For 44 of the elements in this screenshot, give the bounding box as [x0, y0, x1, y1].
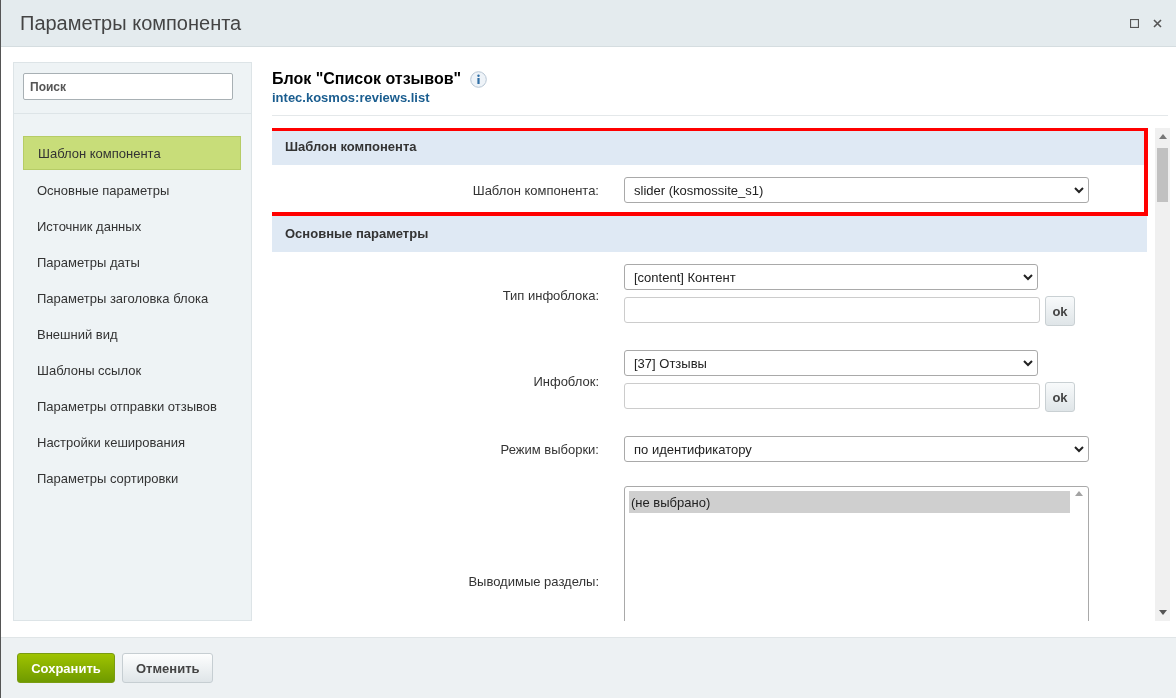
- listbox[interactable]: (не выбрано): [624, 486, 1089, 621]
- chevron-down-icon: [1023, 359, 1033, 367]
- scroll-down-icon[interactable]: [1158, 610, 1167, 615]
- list-option[interactable]: (не выбрано): [629, 491, 1070, 513]
- window-title: Параметры компонента: [20, 11, 243, 35]
- chevron-down-icon: [1023, 273, 1033, 281]
- scrollbar-thumb[interactable]: [1157, 148, 1168, 202]
- section-header: Шаблон компонента: [272, 128, 1144, 165]
- sidebar-item[interactable]: Параметры заголовка блока: [23, 282, 241, 314]
- field-label: Режим выборки:: [499, 441, 599, 457]
- input-field[interactable]: [624, 383, 1040, 409]
- sidebar-item[interactable]: Параметры отправки отзывов: [23, 390, 241, 422]
- sidebar-item[interactable]: Настройки кеширования: [23, 426, 241, 458]
- component-title: Блок "Список отзывов": [272, 70, 462, 88]
- chevron-down-icon: [1074, 186, 1084, 194]
- close-icon[interactable]: [1153, 18, 1162, 28]
- sidebar-item[interactable]: Параметры сортировки: [23, 462, 241, 494]
- sidebar-item[interactable]: Внешний вид: [23, 318, 241, 350]
- dropdown[interactable]: [content] Контент: [624, 264, 1038, 290]
- sidebar-item[interactable]: Шаблоны ссылок: [23, 354, 241, 386]
- maximize-icon[interactable]: [1130, 18, 1139, 28]
- cancel-button[interactable]: Отменить: [122, 653, 213, 683]
- info-icon[interactable]: [470, 70, 488, 88]
- ok-button[interactable]: ok: [1045, 382, 1075, 412]
- field-label: Инфоблок:: [532, 373, 599, 389]
- search-field[interactable]: Поиск: [23, 73, 233, 100]
- section-header: Основные параметры: [272, 215, 1147, 252]
- field-label: Тип инфоблока:: [501, 287, 599, 303]
- chevron-down-icon: [1074, 445, 1084, 453]
- ok-button[interactable]: ok: [1045, 296, 1075, 326]
- sidebar-item[interactable]: Основные параметры: [23, 174, 241, 206]
- sidebar-item[interactable]: Параметры даты: [23, 246, 241, 278]
- sidebar-item[interactable]: Шаблон компонента: [23, 136, 241, 170]
- dropdown[interactable]: по идентификатору: [624, 436, 1089, 462]
- dropdown[interactable]: slider (kosmossite_s1): [624, 177, 1089, 203]
- scrollbar[interactable]: [1155, 128, 1170, 621]
- field-label: Выводимые разделы:: [467, 573, 599, 589]
- dropdown[interactable]: [37] Отзывы: [624, 350, 1038, 376]
- scroll-up-icon[interactable]: [1158, 134, 1167, 139]
- component-code: intec.kosmos:reviews.list: [272, 90, 431, 105]
- scroll-up-icon[interactable]: [1075, 491, 1083, 496]
- input-field[interactable]: [624, 297, 1040, 323]
- field-label: Шаблон компонента:: [471, 182, 599, 198]
- sidebar-item[interactable]: Источник данных: [23, 210, 241, 242]
